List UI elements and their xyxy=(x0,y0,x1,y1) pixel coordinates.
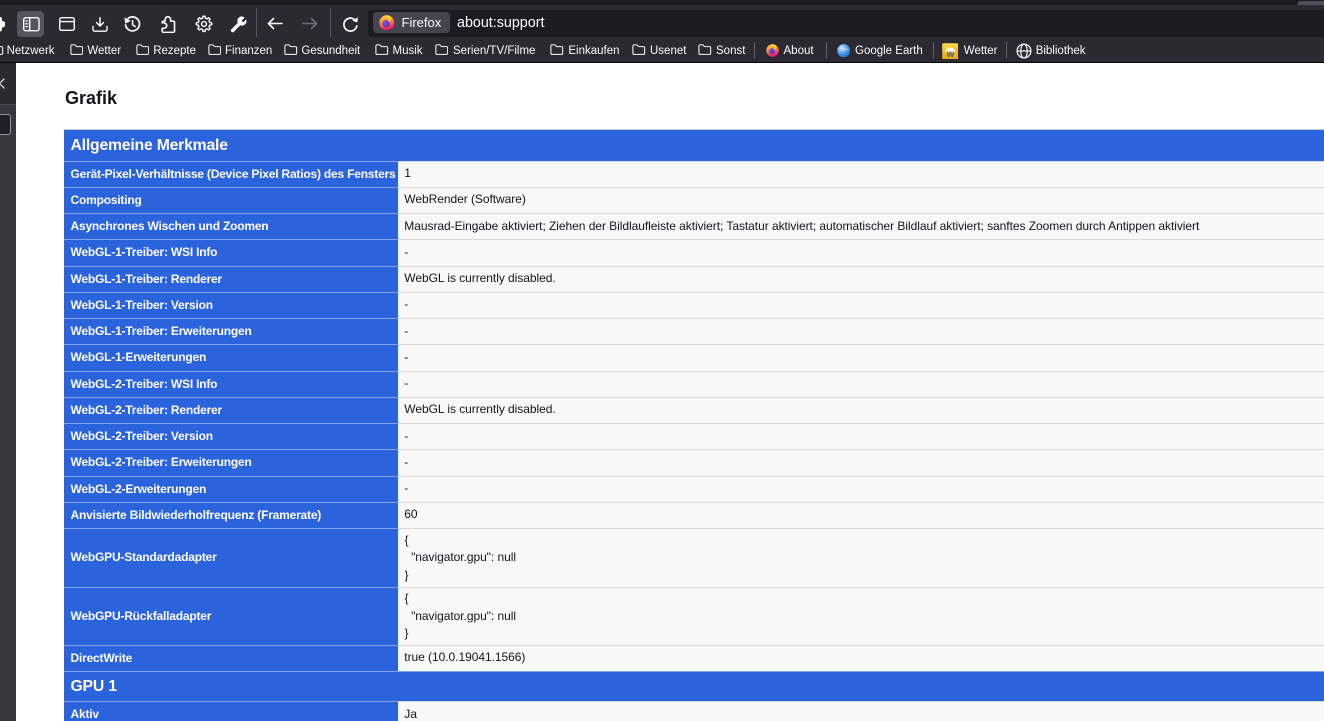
svg-text:w: w xyxy=(945,48,954,59)
